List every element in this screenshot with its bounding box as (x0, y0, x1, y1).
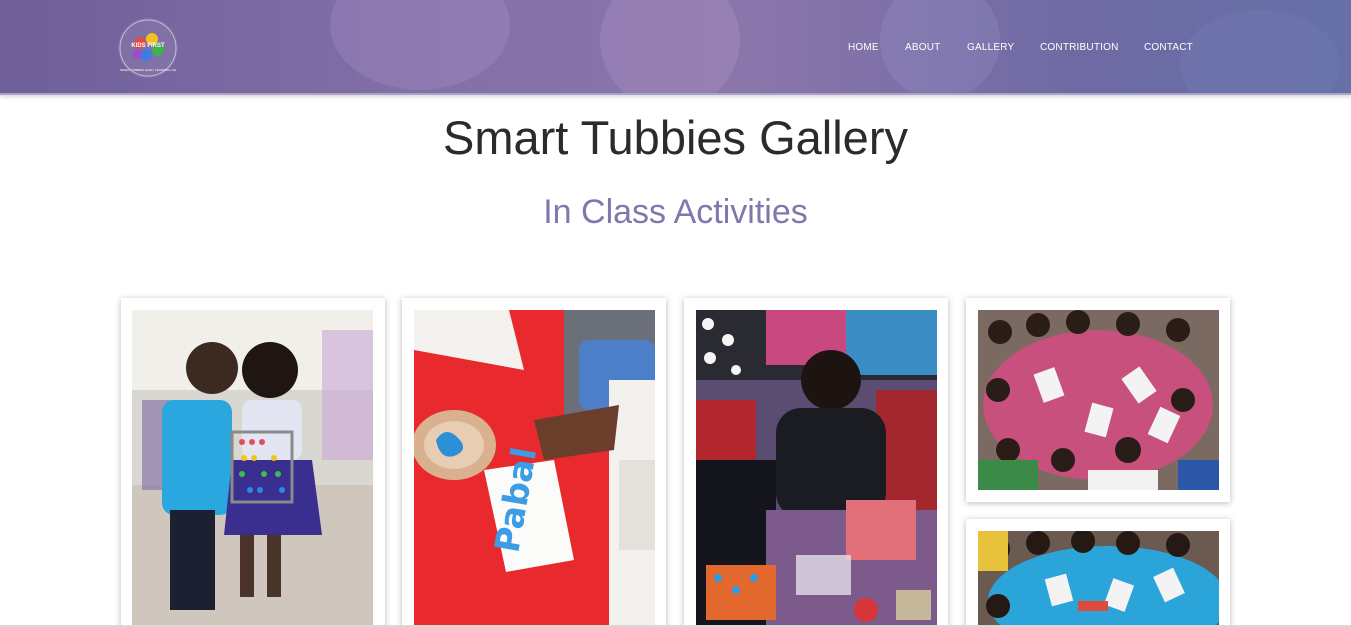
gallery-photo-coloring[interactable] (978, 310, 1219, 490)
painting-word-photo-icon: Pabal (414, 310, 655, 627)
gallery-photo-painting[interactable]: Pabal (414, 310, 655, 627)
nav-about[interactable]: ABOUT (905, 42, 940, 53)
children-abacus-photo-icon (132, 310, 373, 627)
gallery-photo-drawing[interactable] (978, 531, 1219, 627)
gallery-photo-abacus[interactable] (132, 310, 373, 627)
round-table-coloring-photo-icon (978, 310, 1219, 490)
site-header: KIDS FIRST SMART TUBBIES EARLY LEARNING … (0, 0, 1351, 95)
logo-ring-text: SMART TUBBIES EARLY LEARNING CENTRE (120, 68, 176, 72)
section-title: In Class Activities (543, 193, 808, 231)
gallery-photo-craft[interactable] (696, 310, 937, 627)
blue-table-drawing-photo-icon (978, 531, 1219, 627)
craft-activity-photo-icon (696, 310, 937, 627)
page-title: Smart Tubbies Gallery (443, 111, 908, 164)
nav-contact[interactable]: CONTACT (1144, 42, 1193, 53)
nav-contribution[interactable]: CONTRIBUTION (1040, 42, 1119, 53)
main-nav: HOME ABOUT GALLERY CONTRIBUTION CONTACT (0, 42, 1351, 56)
nav-home[interactable]: HOME (848, 42, 879, 53)
nav-gallery[interactable]: GALLERY (967, 42, 1014, 53)
